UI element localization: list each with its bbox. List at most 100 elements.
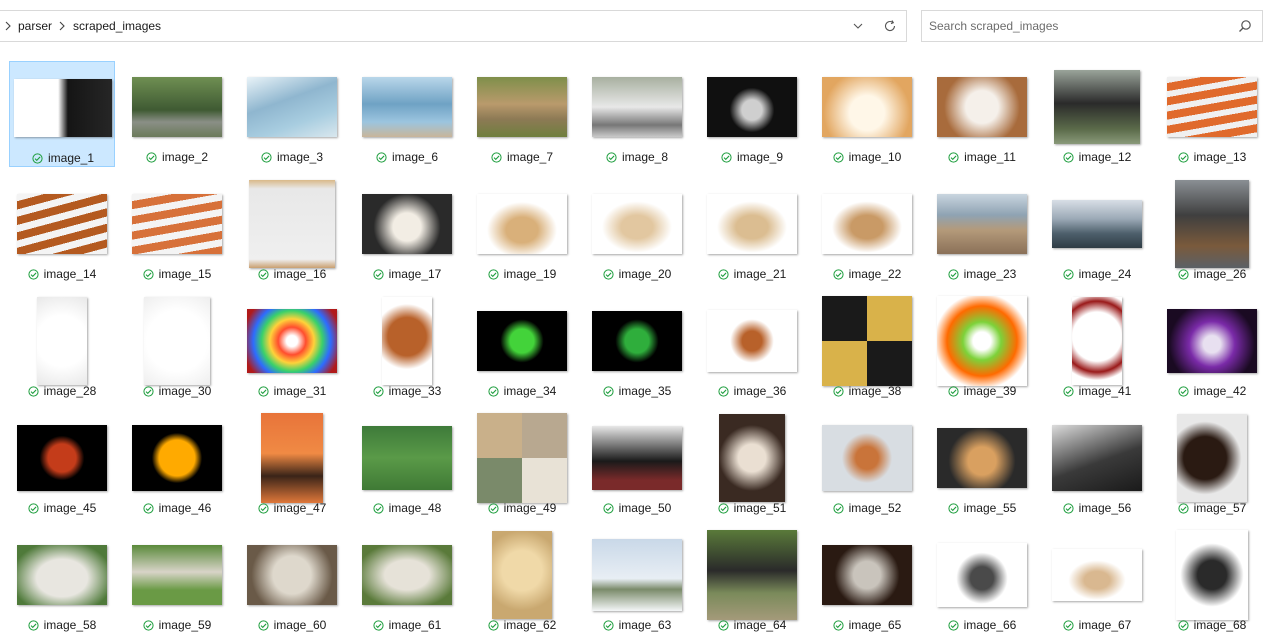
file-item[interactable]: image_30 xyxy=(124,295,230,401)
thumbnail-area xyxy=(816,184,918,264)
file-name: image_34 xyxy=(503,384,557,398)
chevron-right-icon[interactable] xyxy=(56,20,68,32)
file-item[interactable]: image_39 xyxy=(929,295,1035,401)
thumbnail-area xyxy=(356,418,458,498)
address-dropdown-button[interactable] xyxy=(848,16,868,36)
search-icon[interactable] xyxy=(1238,19,1252,33)
file-item[interactable]: image_58 xyxy=(9,529,115,635)
file-item[interactable]: image_51 xyxy=(699,412,805,518)
thumbnail-area xyxy=(1046,535,1148,615)
file-item[interactable]: image_45 xyxy=(9,412,115,518)
file-item[interactable]: image_26 xyxy=(1159,178,1265,284)
file-label: image_13 xyxy=(1159,150,1265,164)
sync-check-icon xyxy=(603,268,614,280)
file-item[interactable]: image_24 xyxy=(1044,178,1150,284)
file-name: image_60 xyxy=(273,618,327,632)
file-item[interactable]: image_13 xyxy=(1159,61,1265,167)
file-item[interactable]: image_48 xyxy=(354,412,460,518)
image-thumbnail xyxy=(247,309,337,373)
file-item[interactable]: image_42 xyxy=(1159,295,1265,401)
file-item[interactable]: image_35 xyxy=(584,295,690,401)
file-item[interactable]: image_52 xyxy=(814,412,920,518)
file-item[interactable]: image_68 xyxy=(1159,529,1265,635)
sync-check-icon xyxy=(488,268,499,280)
file-item[interactable]: image_56 xyxy=(1044,412,1150,518)
file-item[interactable]: image_22 xyxy=(814,178,920,284)
sync-check-icon xyxy=(948,502,959,514)
file-item[interactable]: image_20 xyxy=(584,178,690,284)
thumbnail-area xyxy=(1161,301,1263,381)
file-name: image_58 xyxy=(43,618,97,632)
file-item[interactable]: image_9 xyxy=(699,61,805,167)
sync-check-icon xyxy=(1063,151,1074,163)
breadcrumb-scraped-images[interactable]: scraped_images xyxy=(73,11,161,41)
search-box[interactable] xyxy=(921,10,1263,42)
file-name: image_9 xyxy=(736,150,784,164)
file-item[interactable]: image_57 xyxy=(1159,412,1265,518)
chevron-right-icon[interactable] xyxy=(2,20,14,32)
file-item[interactable]: image_65 xyxy=(814,529,920,635)
file-item[interactable]: image_36 xyxy=(699,295,805,401)
thumbnail-area xyxy=(586,184,688,264)
breadcrumb-parser[interactable]: parser xyxy=(18,11,52,41)
file-item[interactable]: image_50 xyxy=(584,412,690,518)
file-item[interactable]: image_14 xyxy=(9,178,115,284)
file-item[interactable]: image_38 xyxy=(814,295,920,401)
address-bar[interactable]: parser scraped_images xyxy=(0,10,907,42)
sync-check-icon xyxy=(1178,268,1189,280)
image-thumbnail xyxy=(822,545,912,605)
file-item[interactable]: image_66 xyxy=(929,529,1035,635)
file-item[interactable]: image_47 xyxy=(239,412,345,518)
file-item[interactable]: image_60 xyxy=(239,529,345,635)
file-item[interactable]: image_63 xyxy=(584,529,690,635)
file-item[interactable]: image_61 xyxy=(354,529,460,635)
image-thumbnail xyxy=(477,77,567,137)
file-item[interactable]: image_17 xyxy=(354,178,460,284)
file-item[interactable]: image_31 xyxy=(239,295,345,401)
sync-check-icon xyxy=(258,502,269,514)
refresh-icon xyxy=(884,20,896,32)
image-thumbnail xyxy=(249,180,335,268)
file-item[interactable]: image_34 xyxy=(469,295,575,401)
image-thumbnail xyxy=(382,297,432,385)
thumbnail-area xyxy=(471,184,573,264)
file-item[interactable]: image_11 xyxy=(929,61,1035,167)
file-item[interactable]: image_1 xyxy=(9,61,115,167)
file-item[interactable]: image_49 xyxy=(469,412,575,518)
file-item[interactable]: image_21 xyxy=(699,178,805,284)
file-item[interactable]: image_10 xyxy=(814,61,920,167)
file-item[interactable]: image_41 xyxy=(1044,295,1150,401)
file-item[interactable]: image_33 xyxy=(354,295,460,401)
file-item[interactable]: image_67 xyxy=(1044,529,1150,635)
file-item[interactable]: image_28 xyxy=(9,295,115,401)
file-item[interactable]: image_46 xyxy=(124,412,230,518)
file-item[interactable]: image_16 xyxy=(239,178,345,284)
file-item[interactable]: image_55 xyxy=(929,412,1035,518)
file-item[interactable]: image_59 xyxy=(124,529,230,635)
file-item[interactable]: image_8 xyxy=(584,61,690,167)
search-input[interactable] xyxy=(929,16,1219,36)
file-item[interactable]: image_23 xyxy=(929,178,1035,284)
file-item[interactable]: image_64 xyxy=(699,529,805,635)
file-item[interactable]: image_3 xyxy=(239,61,345,167)
file-item[interactable]: image_62 xyxy=(469,529,575,635)
sync-check-icon xyxy=(1178,151,1189,163)
sync-check-icon xyxy=(718,268,729,280)
file-item[interactable]: image_19 xyxy=(469,178,575,284)
thumbnail-area xyxy=(1161,530,1263,620)
thumbnail-area xyxy=(701,530,803,620)
refresh-button[interactable] xyxy=(880,16,900,36)
file-label: image_34 xyxy=(469,384,575,398)
image-thumbnail xyxy=(17,194,107,254)
file-item[interactable]: image_15 xyxy=(124,178,230,284)
image-thumbnail xyxy=(362,194,452,254)
file-label: image_60 xyxy=(239,618,345,632)
file-item[interactable]: image_6 xyxy=(354,61,460,167)
file-item[interactable]: image_2 xyxy=(124,61,230,167)
sync-check-icon xyxy=(143,502,154,514)
file-label: image_33 xyxy=(354,384,460,398)
image-thumbnail xyxy=(132,194,222,254)
sync-check-icon xyxy=(373,268,384,280)
file-item[interactable]: image_12 xyxy=(1044,61,1150,167)
file-item[interactable]: image_7 xyxy=(469,61,575,167)
